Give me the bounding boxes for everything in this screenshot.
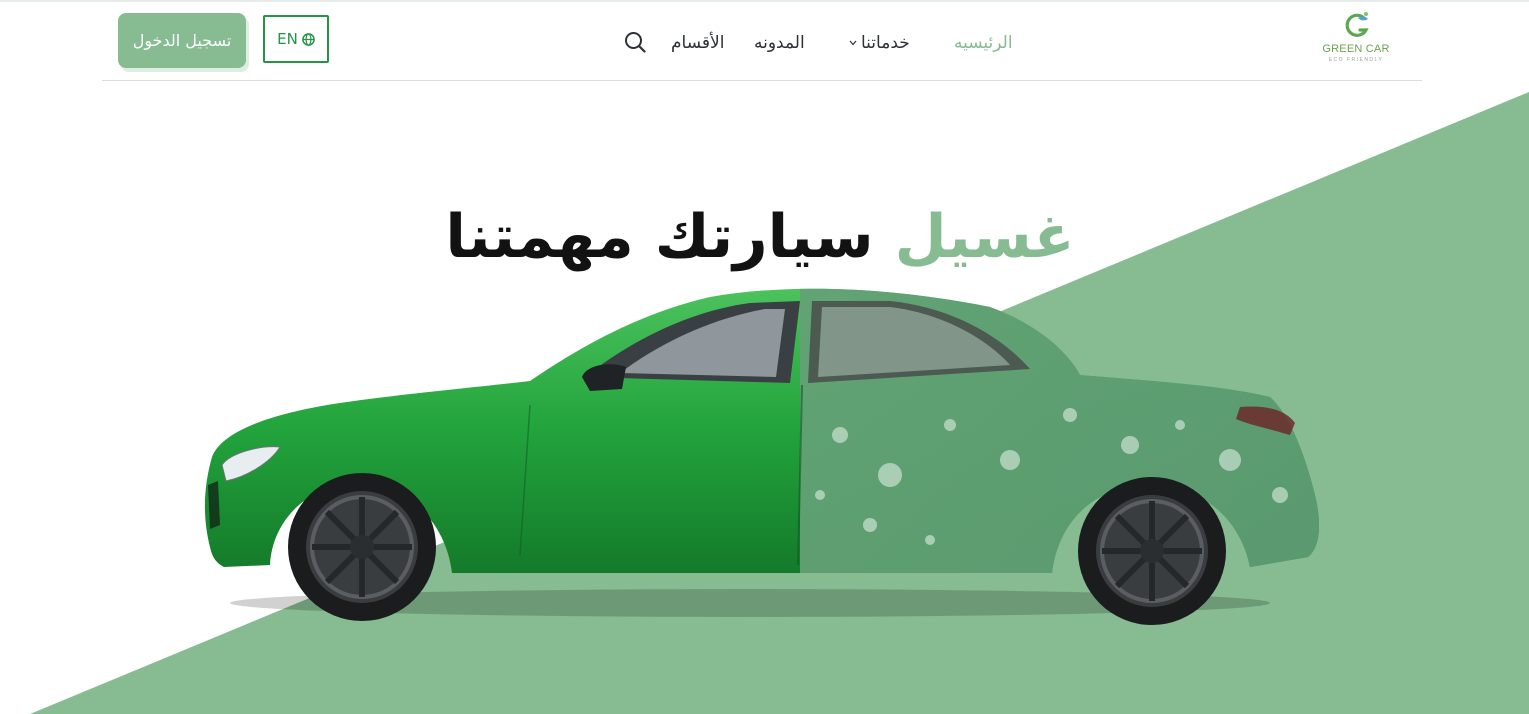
green-car-image <box>204 288 1320 625</box>
nav-item-services[interactable]: خدماتنا <box>849 30 910 56</box>
site-header: تسجيل الدخول EN الأقسام المدونه خدماتنا … <box>102 2 1422 81</box>
logo-mark <box>1345 12 1369 37</box>
search-button[interactable] <box>624 30 646 54</box>
logo-title: GREEN CAR <box>1322 43 1390 55</box>
hero-title-accent: غسيل <box>894 202 1075 272</box>
chevron-down-icon <box>849 40 857 46</box>
nav-item-home[interactable]: الرئيسيه <box>954 30 1013 56</box>
hero-title: غسيل سيارتك مهمتنا <box>400 192 1120 282</box>
globe-icon <box>302 32 315 46</box>
nav-item-sections[interactable]: الأقسام <box>671 30 724 56</box>
language-label: EN <box>277 30 298 48</box>
search-icon <box>625 32 646 53</box>
rear-wheel <box>1078 477 1226 625</box>
login-button[interactable]: تسجيل الدخول <box>118 13 246 68</box>
page: تسجيل الدخول EN الأقسام المدونه خدماتنا … <box>0 0 1529 714</box>
hero-title-rest: سيارتك مهمتنا <box>445 202 874 272</box>
logo-subtitle: ECO FRIENDLY <box>1328 57 1384 63</box>
site-logo[interactable]: GREEN CAR ECO FRIENDLY <box>1320 8 1392 68</box>
nav-item-blog[interactable]: المدونه <box>754 30 805 56</box>
language-switch-button[interactable]: EN <box>263 15 329 63</box>
nav-services-label: خدماتنا <box>861 33 910 53</box>
front-wheel <box>288 473 436 621</box>
